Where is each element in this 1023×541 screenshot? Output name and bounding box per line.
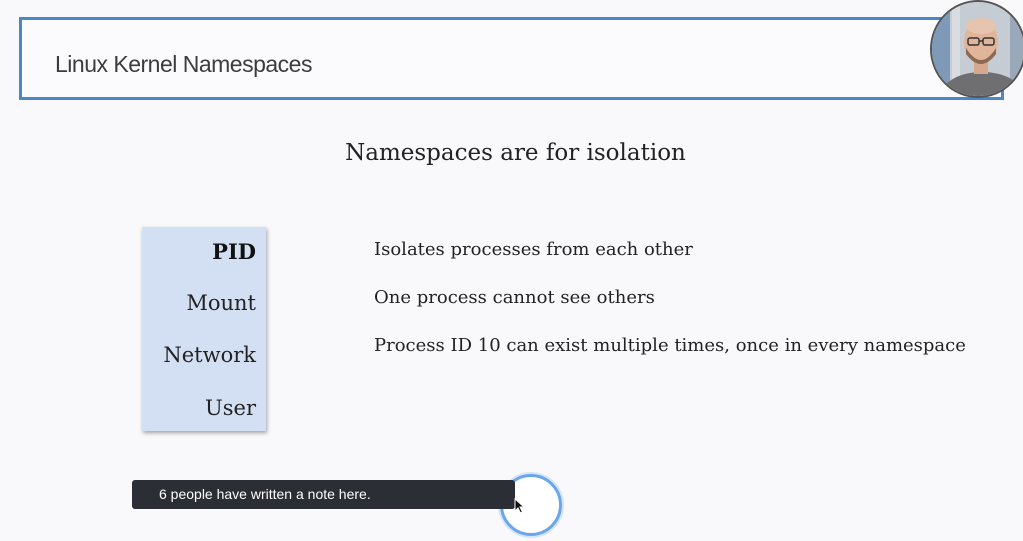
note-tooltip: 6 people have written a note here. (132, 480, 515, 509)
tooltip-text: 6 people have written a note here. (159, 486, 371, 502)
cursor-icon (514, 497, 526, 514)
namespace-item-mount[interactable]: Mount (186, 291, 256, 315)
description-line: Isolates processes from each other (374, 239, 693, 260)
slide-header: Linux Kernel Namespaces (19, 17, 1004, 100)
namespace-item-network[interactable]: Network (163, 343, 256, 367)
description-line: Process ID 10 can exist multiple times, … (374, 335, 966, 356)
slide-title: Linux Kernel Namespaces (55, 51, 312, 77)
namespace-item-pid[interactable]: PID (212, 239, 256, 264)
slide-subtitle: Namespaces are for isolation (345, 140, 686, 166)
namespace-list: PID Mount Network User (142, 227, 266, 431)
presenter-webcam-icon (930, 0, 1023, 98)
description-line: One process cannot see others (374, 287, 655, 308)
namespace-item-user[interactable]: User (205, 396, 256, 420)
